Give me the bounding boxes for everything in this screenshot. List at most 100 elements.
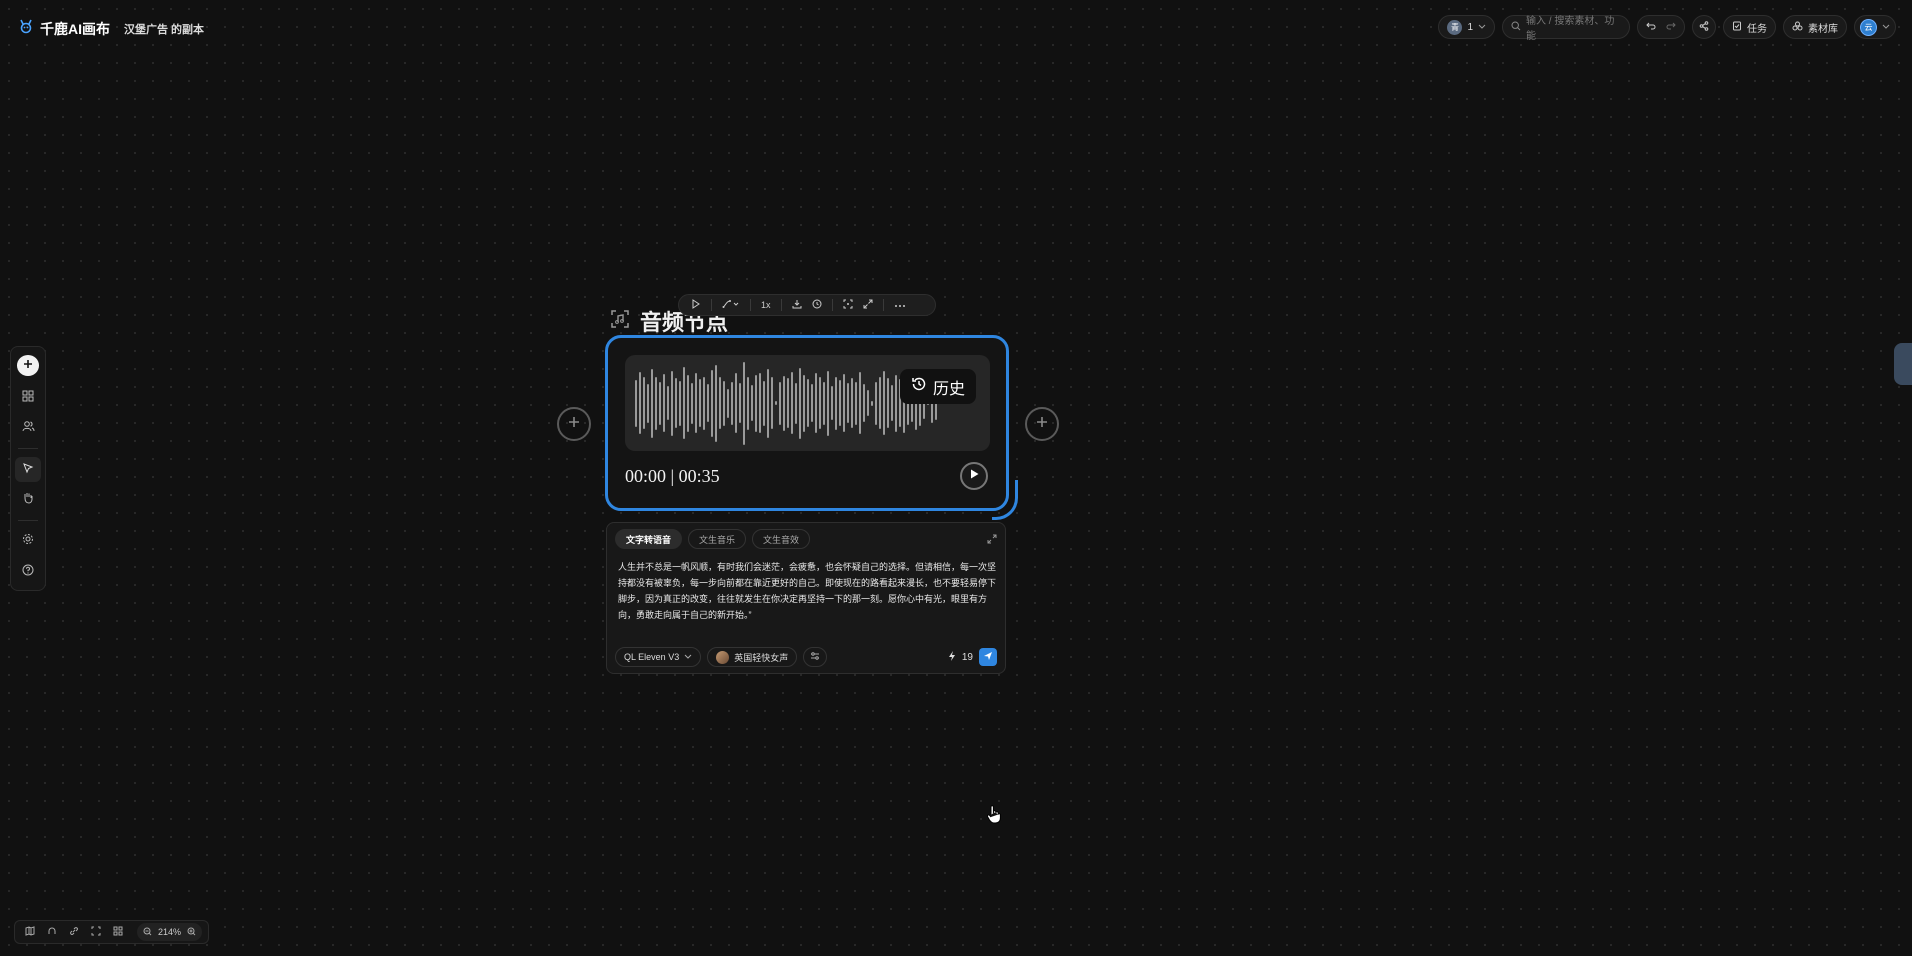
waveform-bar xyxy=(831,386,833,420)
magnet-icon xyxy=(47,923,57,941)
divider xyxy=(750,299,751,311)
history-button[interactable]: 历史 xyxy=(899,369,976,404)
waveform-bar xyxy=(895,374,897,432)
waveform-bar xyxy=(859,372,861,434)
members-button[interactable]: 青 1 xyxy=(1438,15,1495,39)
help-button[interactable] xyxy=(15,560,41,584)
waveform-bar xyxy=(679,380,681,426)
user-avatar: 云 xyxy=(1860,18,1877,36)
waveform[interactable]: 历史 xyxy=(625,355,990,451)
waveform-bars xyxy=(635,355,937,451)
waveform-bar xyxy=(803,374,805,432)
fullscreen-icon[interactable] xyxy=(863,299,873,311)
waveform-bar xyxy=(767,368,769,438)
audio-node-card[interactable]: 历史 00:00 | 00:35 xyxy=(605,335,1009,511)
side-panel-handle[interactable] xyxy=(1894,343,1912,385)
add-left-node-button[interactable] xyxy=(557,407,591,441)
waveform-bar xyxy=(867,390,869,416)
layout-button[interactable] xyxy=(109,923,127,941)
zoom-out-icon[interactable] xyxy=(143,927,152,938)
speed-button[interactable]: 1x xyxy=(761,300,771,310)
send-icon xyxy=(983,651,993,664)
settings-button[interactable] xyxy=(15,529,41,553)
fit-view-button[interactable] xyxy=(87,923,105,941)
templates-button[interactable] xyxy=(15,386,41,410)
app-name: 千鹿AI画布 xyxy=(40,20,110,37)
gear-icon xyxy=(22,532,34,550)
history-icon xyxy=(911,376,927,397)
expand-icon[interactable] xyxy=(987,531,997,549)
select-tool-button[interactable] xyxy=(15,457,41,482)
waveform-bar xyxy=(731,381,733,425)
add-node-button[interactable] xyxy=(17,355,39,376)
focus-icon[interactable] xyxy=(843,299,853,311)
model-select[interactable]: QL Eleven V3 xyxy=(615,647,702,667)
characters-button[interactable] xyxy=(15,416,41,440)
user-menu[interactable]: 云 xyxy=(1854,15,1896,39)
audio-node-icon xyxy=(610,309,630,334)
app-logo[interactable]: 千鹿AI画布 汉堡广告 的副本 xyxy=(18,18,204,39)
link-icon xyxy=(69,923,79,941)
waveform-bar xyxy=(775,401,777,405)
waveform-bar xyxy=(659,381,661,425)
project-name[interactable]: 汉堡广告 的副本 xyxy=(124,21,204,37)
map-button[interactable] xyxy=(21,923,39,941)
zoom-level: 214% xyxy=(158,927,182,937)
focus-icon xyxy=(91,923,101,941)
waveform-bar xyxy=(819,377,821,429)
waveform-bar xyxy=(815,373,817,433)
snap-button[interactable] xyxy=(43,923,61,941)
waveform-bar xyxy=(663,374,665,432)
member-avatar: 青 xyxy=(1447,19,1463,35)
zoom-in-icon[interactable] xyxy=(187,927,196,938)
more-icon[interactable] xyxy=(894,300,906,310)
voice-select[interactable]: 英国轻快女声 xyxy=(707,647,798,667)
tab-text-to-music[interactable]: 文生音乐 xyxy=(688,529,747,549)
tab-text-to-sfx[interactable]: 文生音效 xyxy=(752,529,811,549)
search-input[interactable]: 输入 / 搜索素材、功能 xyxy=(1502,15,1630,42)
tab-text-to-speech[interactable]: 文字转语音 xyxy=(615,529,683,549)
play-button[interactable] xyxy=(960,462,988,490)
redo-icon[interactable] xyxy=(1666,21,1676,34)
waveform-bar xyxy=(871,400,873,406)
bottom-toolbar: 214% xyxy=(14,920,210,944)
waveform-bar xyxy=(771,377,773,429)
waveform-bar xyxy=(643,377,645,429)
library-icon xyxy=(1792,21,1803,34)
waveform-bar xyxy=(835,376,837,430)
share-button[interactable] xyxy=(1692,15,1716,39)
chevron-down-icon xyxy=(1882,22,1890,33)
left-toolbar xyxy=(10,346,46,591)
waveform-bar xyxy=(747,376,749,430)
deer-logo-icon xyxy=(18,18,34,39)
waveform-bar xyxy=(783,375,785,431)
waveform-bar xyxy=(759,373,761,433)
library-button[interactable]: 素材库 xyxy=(1783,15,1847,39)
undo-icon[interactable] xyxy=(1646,21,1656,34)
hand-tool-button[interactable] xyxy=(15,488,41,512)
waveform-bar xyxy=(799,367,801,439)
waveform-bar xyxy=(695,373,697,433)
waveform-bar xyxy=(703,376,705,430)
panel-footer: QL Eleven V3 英国轻快女声 19 xyxy=(615,647,997,667)
playback-time: 00:00 | 00:35 xyxy=(625,466,720,486)
plus-icon xyxy=(567,415,581,434)
topbar-actions: 青 1 输入 / 搜索素材、功能 任务 素材库 云 xyxy=(1438,15,1896,42)
connection-handle[interactable] xyxy=(992,480,1018,520)
add-right-node-button[interactable] xyxy=(1025,407,1059,441)
hand-icon xyxy=(22,491,34,509)
waveform-bar xyxy=(855,381,857,425)
waveform-bar xyxy=(823,381,825,425)
zoom-control: 214% xyxy=(137,923,203,941)
prompt-textarea[interactable]: 人生并不总是一帆风顺，有时我们会迷茫，会疲惫，也会怀疑自己的选择。但请相信，每一… xyxy=(618,559,998,623)
history-icon[interactable] xyxy=(812,299,822,311)
play-icon[interactable] xyxy=(691,299,701,311)
curve-icon[interactable] xyxy=(722,299,740,311)
settings-button[interactable] xyxy=(803,647,828,667)
send-button[interactable] xyxy=(979,648,997,666)
waveform-bar xyxy=(655,376,657,430)
task-button[interactable]: 任务 xyxy=(1723,15,1776,39)
task-label: 任务 xyxy=(1747,23,1767,35)
link-button[interactable] xyxy=(65,923,83,941)
download-icon[interactable] xyxy=(792,299,802,311)
